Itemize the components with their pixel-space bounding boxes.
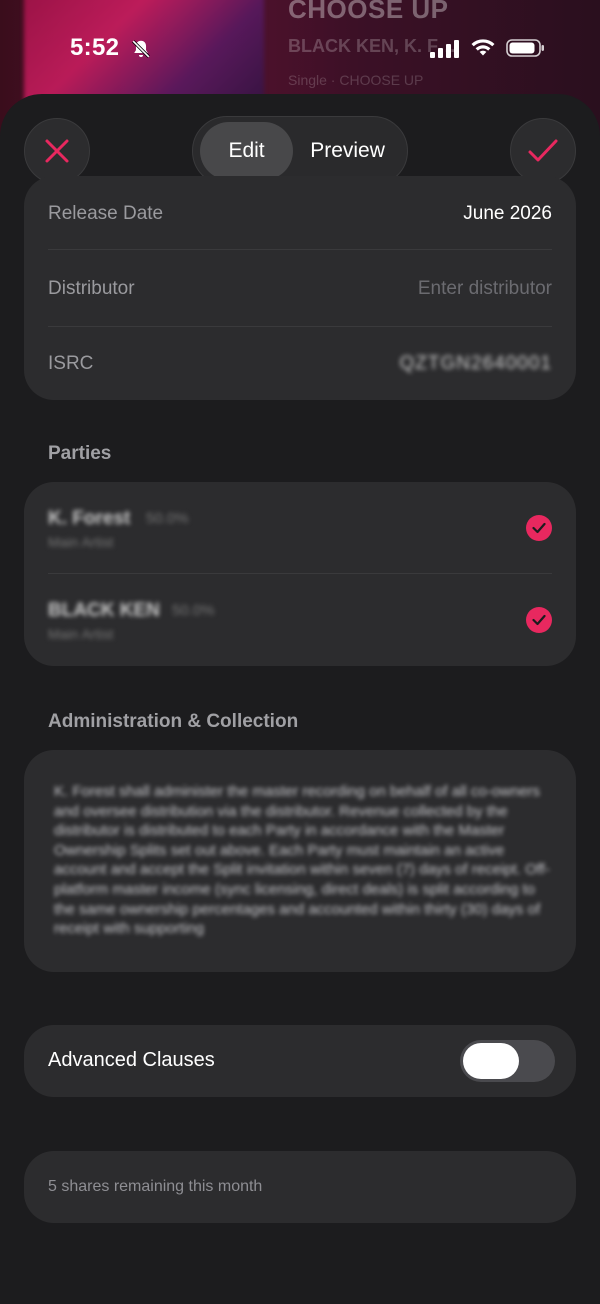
party-row[interactable]: BLACK KEN 50.0% Main Artist: [48, 574, 552, 666]
party-name: K. Forest: [48, 508, 131, 529]
shares-remaining-text: 5 shares remaining this month: [48, 1178, 263, 1195]
release-date-label: Release Date: [48, 202, 164, 224]
administration-text[interactable]: K. Forest shall administer the master re…: [54, 782, 550, 948]
party-role: Main Artist: [48, 626, 114, 642]
party-row[interactable]: K. Forest 50.0% Main Artist: [48, 482, 552, 574]
parties-heading: Parties: [48, 443, 112, 464]
close-button[interactable]: [24, 118, 90, 184]
parties-card: K. Forest 50.0% Main Artist BLACK KEN 50…: [24, 482, 576, 666]
party-role: Main Artist: [48, 534, 114, 550]
isrc-label: ISRC: [48, 352, 94, 374]
advanced-clauses-label: Advanced Clauses: [48, 1049, 215, 1071]
administration-heading: Administration & Collection: [48, 711, 299, 732]
status-time: 5:52: [70, 34, 120, 61]
done-button[interactable]: [510, 118, 576, 184]
toggle-knob: [463, 1043, 519, 1079]
party-share: 50.0%: [146, 510, 189, 527]
checkmark-circle-icon: [526, 607, 552, 633]
bell-slash-icon: [132, 40, 150, 58]
party-name: BLACK KEN: [48, 600, 160, 621]
party-share: 50.0%: [172, 602, 215, 619]
tab-edit[interactable]: Edit: [200, 122, 294, 180]
battery-icon: [506, 39, 544, 57]
isrc-row[interactable]: ISRC QZTGN2640001: [48, 326, 552, 401]
advanced-clauses-toggle[interactable]: [460, 1040, 555, 1082]
isrc-value[interactable]: QZTGN2640001: [400, 353, 552, 375]
cellular-signal-icon: [430, 40, 459, 58]
checkmark-circle-icon: [526, 515, 552, 541]
status-bar: 5:52: [0, 30, 600, 66]
shares-remaining-banner: 5 shares remaining this month: [24, 1151, 576, 1223]
tab-preview[interactable]: Preview: [293, 122, 402, 180]
release-date-value[interactable]: June 2026: [463, 203, 552, 225]
distributor-label: Distributor: [48, 277, 135, 299]
wifi-icon: [471, 39, 495, 56]
distributor-input[interactable]: Enter distributor: [418, 278, 552, 300]
checkmark-icon: [528, 139, 558, 162]
divider: [48, 249, 552, 250]
release-date-row[interactable]: Release Date June 2026: [48, 176, 552, 251]
x-icon: [45, 139, 69, 163]
release-details-card: Release Date June 2026 Distributor Enter…: [24, 176, 576, 400]
background-track-meta: Single · CHOOSE UP: [288, 72, 424, 88]
background-track-title: CHOOSE UP: [288, 0, 449, 24]
distributor-row[interactable]: Distributor Enter distributor: [48, 251, 552, 326]
advanced-clauses-row: Advanced Clauses: [24, 1025, 576, 1097]
administration-text-area[interactable]: K. Forest shall administer the master re…: [24, 750, 576, 972]
